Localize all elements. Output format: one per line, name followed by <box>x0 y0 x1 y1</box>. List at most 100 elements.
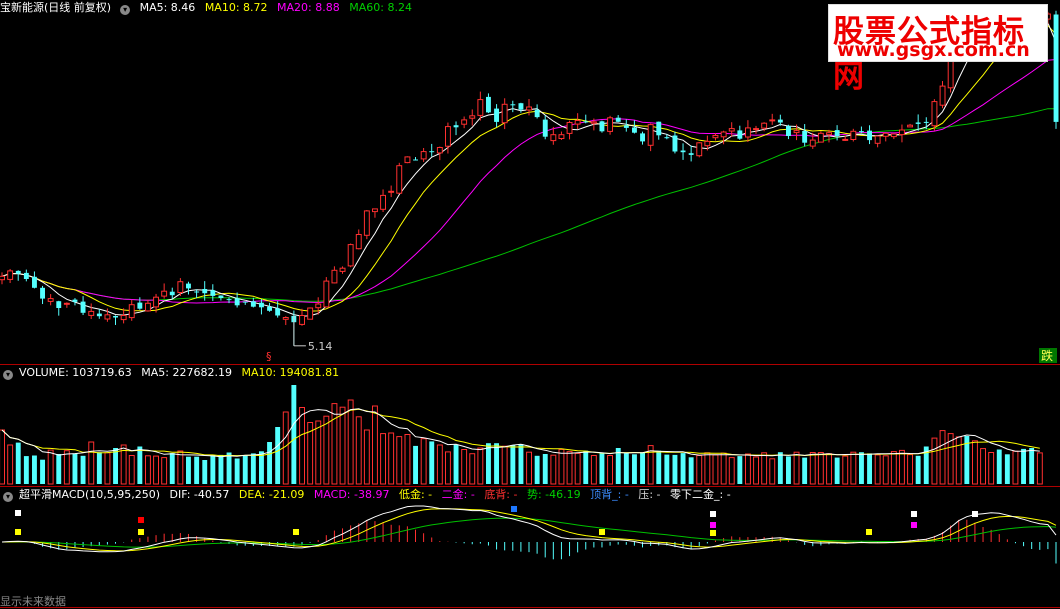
candle-body <box>47 298 54 302</box>
volume-header: ▾ VOLUME: 103719.63 MA5: 227682.19 MA10: … <box>0 365 345 381</box>
volume-bar <box>186 456 191 484</box>
volume-bar <box>688 457 694 484</box>
candle-body <box>461 119 468 125</box>
candle-body <box>486 96 491 113</box>
volume-bar <box>737 456 743 484</box>
volume-bar <box>550 454 557 485</box>
ma60-value: MA60: 8.24 <box>349 1 412 14</box>
volume-bar <box>664 454 670 484</box>
dingbei-value: 顶背_: - <box>590 488 629 501</box>
candle-body <box>234 298 240 306</box>
candle-body <box>1053 14 1059 122</box>
volume-bar <box>809 452 816 485</box>
volume-bar <box>453 444 459 484</box>
candle-body <box>153 296 160 308</box>
candle-body <box>786 125 791 136</box>
candle-body <box>63 302 70 305</box>
candle-body <box>388 190 395 193</box>
volume-bar <box>323 415 330 485</box>
candle-body <box>477 99 484 116</box>
main-header: 宝新能源(日线 前复权) ▾ MA5: 8.46 MA10: 8.72 MA20:… <box>0 0 418 16</box>
volume-bar <box>728 457 735 485</box>
candle-body <box>769 119 776 122</box>
signal-markers <box>15 506 978 536</box>
candle-body <box>526 106 532 111</box>
candle-body <box>226 299 232 301</box>
candle-body <box>777 119 783 123</box>
candle-body <box>363 210 370 236</box>
candle-body <box>720 131 727 138</box>
main-title: 宝新能源(日线 前复权) <box>0 1 112 14</box>
candle-body <box>113 316 118 318</box>
dijin-value: 低金: - <box>398 488 433 501</box>
volume-bar <box>915 455 921 484</box>
volume-bar <box>842 455 849 485</box>
volume-bar <box>404 434 411 485</box>
volume-bar <box>510 445 516 484</box>
candle-body <box>566 122 573 134</box>
candle-body <box>834 130 840 136</box>
volume-bar <box>859 452 864 484</box>
candle-body <box>429 151 435 153</box>
candle-body <box>23 272 29 279</box>
volume-bar <box>153 455 160 485</box>
volume-bar <box>388 432 395 485</box>
volume-bar <box>802 457 808 484</box>
candle-body <box>137 302 143 309</box>
candle-body <box>518 103 524 110</box>
volume-bar <box>501 445 508 485</box>
volume-bar <box>250 453 256 484</box>
candle-body <box>15 270 21 274</box>
volume-bar <box>980 448 986 485</box>
volume-bar <box>177 450 184 485</box>
volume-bar <box>656 450 662 484</box>
candle-body <box>907 124 913 128</box>
volume-title: VOLUME: 103719.63 <box>19 366 132 379</box>
candle-body <box>169 291 175 296</box>
candle-body <box>177 281 184 294</box>
volume-ma5: MA5: 227682.19 <box>141 366 232 379</box>
volume-bar <box>420 438 427 485</box>
candle-body <box>696 142 703 157</box>
candle-body <box>380 194 387 210</box>
candle-body <box>267 306 272 311</box>
settings-circle-icon[interactable]: ▾ <box>120 5 131 15</box>
volume-bar <box>623 453 629 484</box>
candle-body <box>145 302 151 312</box>
volume-bar <box>7 444 14 485</box>
candle-body <box>745 127 751 138</box>
candle-body <box>275 308 281 316</box>
dea-value: DEA: -21.09 <box>238 488 305 501</box>
ma20-value: MA20: 8.88 <box>277 1 340 14</box>
macd-value: MACD: -38.97 <box>313 488 390 501</box>
candle-body <box>817 132 824 143</box>
candle-body <box>550 134 557 142</box>
drop-label: 跌 <box>1041 348 1053 363</box>
volume-bar <box>745 453 751 485</box>
signal-square <box>138 529 144 535</box>
volume-circle-icon[interactable]: ▾ <box>3 370 13 380</box>
ma60-line <box>1 108 1056 302</box>
volume-bar <box>615 448 621 484</box>
volume-bar <box>996 449 1002 484</box>
volume-bar <box>445 451 451 485</box>
volume-bar <box>486 443 491 484</box>
candle-body <box>453 125 459 128</box>
candle-body <box>0 275 6 281</box>
macd-circle-icon[interactable]: ▾ <box>3 492 13 502</box>
signal-square <box>972 511 978 517</box>
erjin-value: 二金: - <box>441 488 475 501</box>
volume-bar <box>363 429 370 485</box>
candle-body <box>583 121 589 123</box>
volume-bar <box>817 452 824 485</box>
volume-bar <box>526 451 532 485</box>
ma10-value: MA10: 8.72 <box>204 1 268 14</box>
candle-body <box>396 165 403 194</box>
volume-bar <box>753 456 759 485</box>
shi-value: 势: -46.19 <box>526 488 581 501</box>
candle-body <box>128 304 135 319</box>
volume-bar <box>867 453 872 484</box>
candle-body <box>915 122 921 124</box>
volume-bar <box>534 455 540 484</box>
volume-bar <box>1036 452 1043 485</box>
